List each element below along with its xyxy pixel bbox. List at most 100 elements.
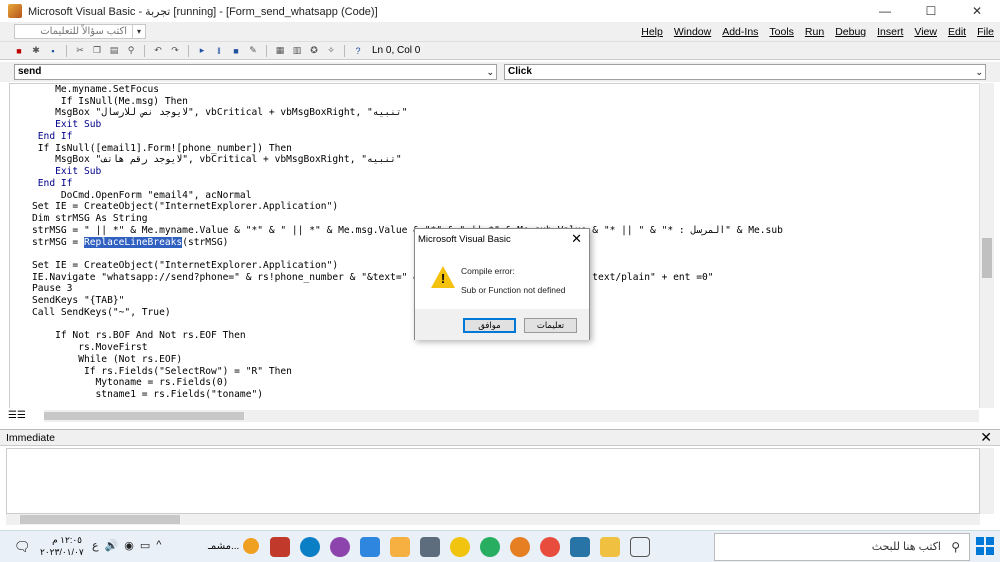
menu-edit[interactable]: Edit: [948, 26, 966, 38]
access-icon[interactable]: [270, 537, 290, 557]
menu-help[interactable]: Help: [641, 26, 663, 38]
code-line: If IsNull([email1].Form![phone_number]) …: [32, 142, 292, 154]
maximize-button[interactable]: ☐: [908, 0, 954, 22]
code-line: If IsNull(Me.msg) Then: [32, 95, 188, 107]
battery-icon[interactable]: ▭: [140, 539, 150, 552]
toolbar-separator: [144, 44, 145, 57]
clock-time: ١٢:٠٥ م: [52, 535, 82, 545]
app-icon[interactable]: [330, 537, 350, 557]
start-button[interactable]: [976, 537, 994, 555]
chrome-icon[interactable]: [540, 537, 560, 557]
volume-icon[interactable]: 🔊: [105, 539, 119, 552]
code-line: MsgBox "لايوجد رقم هاتف", vbCritical + v…: [32, 154, 402, 166]
help-icon[interactable]: ?: [351, 44, 365, 57]
help-button[interactable]: تعليمات: [524, 318, 577, 333]
code-line: Me.myname.SetFocus: [32, 84, 160, 95]
reset-icon[interactable]: ■: [229, 44, 243, 57]
object-value: send: [18, 66, 42, 77]
project-explorer-icon[interactable]: ▦: [273, 44, 287, 57]
menu-file[interactable]: File: [977, 26, 994, 38]
app-icon[interactable]: [450, 537, 470, 557]
toolbar-separator: [266, 44, 267, 57]
code-line: If Not rs.BOF And Not rs.EOF Then: [32, 330, 246, 342]
error-message: Sub or Function not defined: [461, 285, 566, 295]
menu-add-ins[interactable]: Add-Ins: [722, 26, 758, 38]
code-line: End If: [32, 130, 73, 142]
code-line: Exit Sub: [32, 119, 102, 131]
code-line: While (Not rs.EOF): [32, 353, 183, 365]
immediate-close-icon[interactable]: ✕: [980, 429, 992, 446]
immediate-window[interactable]: [6, 448, 980, 514]
view-access-icon[interactable]: ■: [12, 44, 26, 57]
edge-icon[interactable]: [300, 537, 320, 557]
file-explorer-icon[interactable]: [600, 537, 620, 557]
taskbar-search[interactable]: اكتب هنا للبحث ⚲: [714, 533, 970, 561]
run-icon[interactable]: ▸: [195, 44, 209, 57]
immediate-vertical-scrollbar[interactable]: [980, 448, 994, 514]
redo-icon[interactable]: ↷: [168, 44, 182, 57]
app-icon[interactable]: [390, 537, 410, 557]
object-browser-icon[interactable]: ✪: [307, 44, 321, 57]
code-vertical-scrollbar[interactable]: [979, 83, 994, 408]
menu-insert[interactable]: Insert: [877, 26, 903, 38]
insert-module-icon[interactable]: ✱: [29, 44, 43, 57]
close-button[interactable]: ✕: [954, 0, 1000, 22]
clock[interactable]: ١٢:٠٥ م ٢٠٢٣/٠١/٠٧: [40, 534, 84, 558]
code-horizontal-scrollbar[interactable]: [44, 410, 979, 422]
toolbox-icon[interactable]: ✧: [324, 44, 338, 57]
scroll-thumb[interactable]: [982, 238, 992, 278]
scroll-thumb[interactable]: [20, 515, 180, 524]
chevron-down-icon[interactable]: ▾: [132, 25, 145, 38]
calculator-icon[interactable]: [420, 537, 440, 557]
word-icon[interactable]: [360, 537, 380, 557]
task-view-icon[interactable]: [630, 537, 650, 557]
view-toggle-icon[interactable]: ☰☰: [8, 410, 44, 422]
scroll-thumb[interactable]: [44, 412, 244, 420]
design-mode-icon[interactable]: ✎: [246, 44, 260, 57]
save-icon[interactable]: ▪: [46, 44, 60, 57]
ok-button[interactable]: موافق: [463, 318, 516, 333]
menu-bar: اكتب سؤالاً للتعليمات ▾ Help Window Add-…: [0, 22, 1000, 42]
object-dropdown[interactable]: send ⌄: [14, 64, 497, 80]
system-tray: ع 🔊 ◉ ▭ ^: [92, 539, 161, 552]
notification-icon[interactable]: 🗨: [14, 539, 31, 555]
firefox-icon[interactable]: [510, 537, 530, 557]
dialog-close-icon[interactable]: ✕: [571, 231, 582, 247]
cursor-position: Ln 0, Col 0: [372, 45, 421, 56]
immediate-title: Immediate: [6, 432, 56, 444]
menu-view[interactable]: View: [914, 26, 937, 38]
code-line: MsgBox "لايوجد نص للارسال", vbCritical +…: [32, 107, 408, 119]
code-line: DoCmd.OpenForm "email4", acNormal: [32, 189, 252, 201]
menu-items: Help Window Add-Ins Tools Run Debug Inse…: [641, 26, 994, 38]
toolbar-separator: [188, 44, 189, 57]
procedure-dropdown[interactable]: Click ⌄: [504, 64, 986, 80]
menu-window[interactable]: Window: [674, 26, 711, 38]
tray-chevron-icon[interactable]: ^: [156, 539, 161, 552]
immediate-horizontal-scrollbar[interactable]: [6, 514, 980, 525]
error-heading: Compile error:: [461, 266, 515, 276]
ask-question-box[interactable]: اكتب سؤالاً للتعليمات ▾: [14, 24, 146, 39]
whatsapp-icon[interactable]: [480, 537, 500, 557]
window-title: Microsoft Visual Basic - تجربة [running]…: [28, 5, 378, 18]
language-indicator[interactable]: ع: [92, 539, 99, 552]
paste-icon[interactable]: ▤: [107, 44, 121, 57]
cut-icon[interactable]: ✂: [73, 44, 87, 57]
undo-icon[interactable]: ↶: [151, 44, 165, 57]
menu-debug[interactable]: Debug: [835, 26, 866, 38]
compile-error-dialog: Microsoft Visual Basic ✕ ! Compile error…: [414, 228, 590, 340]
code-line: Mytoname = rs.Fields(0): [32, 377, 229, 389]
menu-tools[interactable]: Tools: [769, 26, 794, 38]
network-icon[interactable]: ◉: [124, 539, 134, 552]
weather-widget[interactable]: مشمـ...: [208, 538, 260, 554]
code-line: Set IE = CreateObject("InternetExplorer.…: [32, 260, 339, 272]
break-icon[interactable]: ‖: [212, 44, 226, 57]
store-icon[interactable]: [570, 537, 590, 557]
properties-icon[interactable]: ▥: [290, 44, 304, 57]
find-icon[interactable]: ⚲: [124, 44, 138, 57]
chevron-down-icon[interactable]: ⌄: [486, 65, 494, 79]
menu-run[interactable]: Run: [805, 26, 824, 38]
title-bar: Microsoft Visual Basic - تجربة [running]…: [0, 0, 1000, 22]
minimize-button[interactable]: —: [862, 0, 908, 22]
copy-icon[interactable]: ❐: [90, 44, 104, 57]
chevron-down-icon[interactable]: ⌄: [975, 65, 983, 79]
